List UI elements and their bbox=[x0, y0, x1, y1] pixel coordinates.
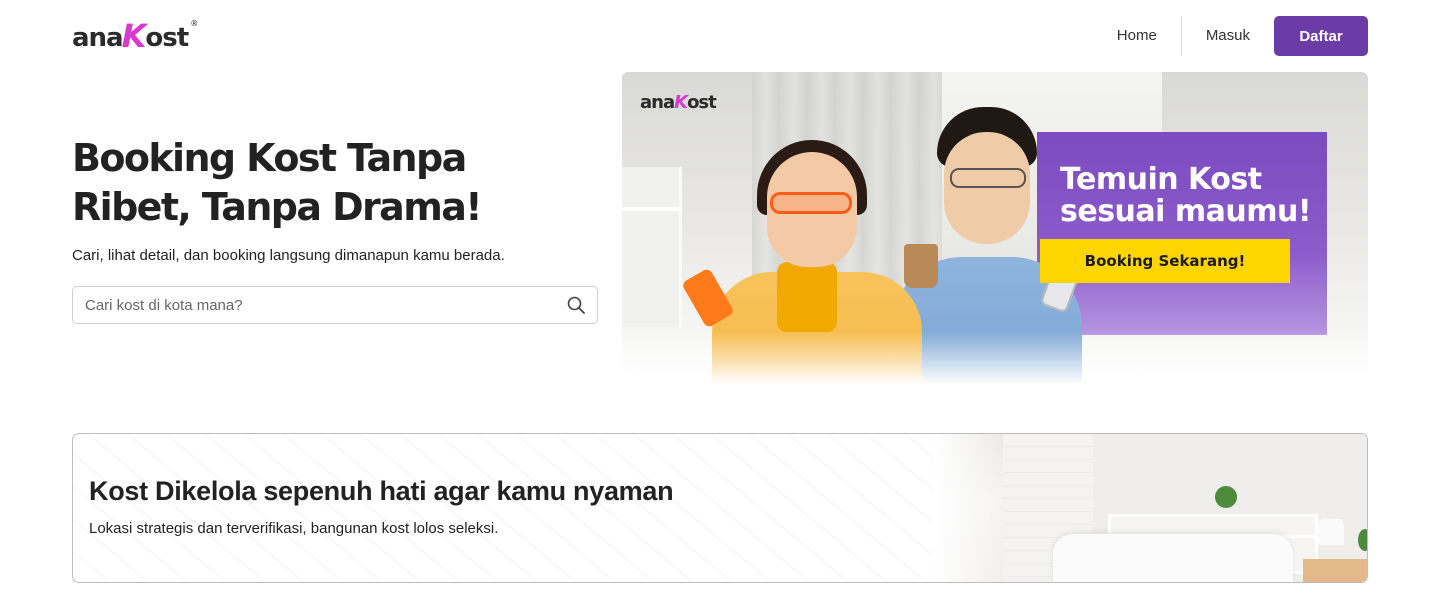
hero-title: Booking Kost Tanpa Ribet, Tanpa Drama! bbox=[72, 136, 483, 229]
banner-logo-suffix: ost bbox=[687, 92, 717, 113]
main-nav: Home Masuk Daftar bbox=[1093, 16, 1368, 56]
logo-text-suffix: ost bbox=[145, 23, 189, 53]
logo-registered-mark: ® bbox=[190, 19, 198, 28]
feature-room-image bbox=[933, 434, 1367, 582]
feature-card: Kost Dikelola sepenuh hati agar kamu nya… bbox=[72, 433, 1368, 583]
search-icon[interactable] bbox=[567, 296, 585, 314]
plant-icon bbox=[1215, 486, 1237, 508]
site-header: ana K ost ® Home Masuk Daftar bbox=[0, 0, 1440, 72]
feature-title: Kost Dikelola sepenuh hati agar kamu nya… bbox=[89, 476, 674, 506]
anakost-logo[interactable]: ana K ost ® bbox=[72, 17, 198, 55]
logo-text-prefix: ana bbox=[72, 23, 124, 53]
banner-shelf bbox=[622, 167, 682, 327]
plant-icon bbox=[1358, 529, 1367, 551]
hero-subtitle: Cari, lihat detail, dan booking langsung… bbox=[72, 247, 505, 264]
room-side-table bbox=[1303, 559, 1367, 582]
logo-text-k: K bbox=[121, 17, 147, 55]
banner-man-glasses bbox=[950, 168, 1026, 188]
nav-login-link[interactable]: Masuk bbox=[1182, 16, 1250, 56]
feature-subtitle: Lokasi strategis dan terverifikasi, bang… bbox=[89, 520, 499, 537]
room-bed bbox=[1053, 534, 1293, 582]
lamp-icon bbox=[1318, 519, 1344, 545]
banner-man-face bbox=[944, 132, 1030, 244]
promo-banner[interactable]: anaKost Temuin Kost sesuai maumu! Bookin… bbox=[622, 72, 1368, 384]
nav-home-link[interactable]: Home bbox=[1093, 16, 1181, 56]
banner-fade bbox=[622, 332, 1368, 384]
banner-logo: anaKost bbox=[640, 92, 717, 113]
banner-logo-prefix: ana bbox=[640, 92, 675, 113]
banner-headline: Temuin Kost sesuai maumu! bbox=[1060, 162, 1312, 229]
register-button[interactable]: Daftar bbox=[1274, 16, 1368, 56]
search-input[interactable] bbox=[85, 287, 555, 323]
coffee-cup-icon bbox=[904, 244, 938, 288]
banner-cta-button[interactable]: Booking Sekarang! bbox=[1040, 239, 1290, 283]
banner-logo-k: K bbox=[674, 92, 688, 113]
banner-woman-top bbox=[777, 262, 837, 332]
search-box bbox=[72, 286, 598, 324]
banner-woman-glasses bbox=[770, 192, 852, 214]
